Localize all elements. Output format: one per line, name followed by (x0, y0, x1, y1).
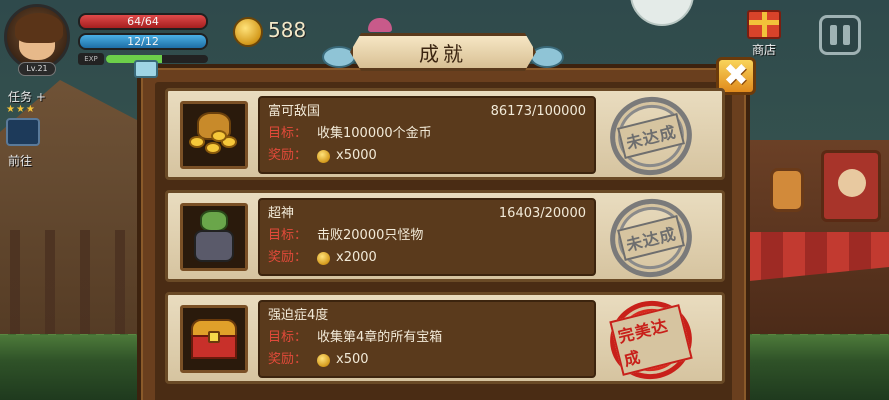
lantern-decoration (770, 168, 804, 212)
quest-label: 任务 (8, 90, 33, 104)
player-avatar[interactable] (4, 4, 70, 70)
achievement-card[interactable]: 强迫症4度 目标： 收集第4章的所有宝箱 奖励： x500 完美达成 (165, 292, 725, 388)
pause-icon (843, 25, 850, 45)
quest-add-icon[interactable]: + (36, 90, 46, 104)
mp-bar: 12/12 (78, 33, 208, 50)
goal-label: 目标： (268, 330, 308, 345)
avatar-hair (15, 13, 63, 43)
pause-icon (830, 25, 837, 45)
goal-label: 目标： (268, 126, 308, 141)
achievement-name: 富可敌国 (268, 104, 321, 119)
achievement-name: 超神 (268, 206, 295, 221)
quest-crystal-icon[interactable] (6, 118, 40, 146)
achievement-info: 超神 16403/20000 目标： 击败20000只怪物 奖励： x2000 (258, 198, 596, 276)
status-stamp: 未达成 (601, 88, 701, 184)
achievement-reward: x2000 (336, 250, 377, 265)
achievement-name: 强迫症4度 (268, 308, 329, 323)
hp-text: 64/64 (127, 15, 159, 28)
hut-stilts-decoration (10, 230, 130, 340)
achievement-info: 富可敌国 86173/100000 目标： 收集100000个金币 奖励： x5… (258, 96, 596, 174)
status-stamp: 完美达成 (601, 292, 701, 388)
panel-corner-ornament (134, 60, 158, 78)
quest-tracker[interactable]: 任务 + (8, 88, 46, 105)
panel-title: 成就 (350, 33, 536, 71)
shop-banner-decoration (821, 150, 881, 222)
coin-icon (233, 17, 263, 47)
coin-icon (317, 353, 331, 367)
achievement-card[interactable]: 富可敌国 86173/100000 目标： 收集100000个金币 奖励： x5… (165, 88, 725, 184)
achievement-goal: 击败20000只怪物 (317, 228, 424, 243)
achievement-progress: 16403/20000 (498, 206, 586, 221)
moon-creature-decoration (630, 0, 694, 26)
reward-label: 奖励： (268, 148, 308, 163)
coin-count: 588 (268, 18, 307, 42)
title-left-ornament (322, 46, 356, 68)
achievement-goal: 收集第4章的所有宝箱 (317, 330, 443, 345)
level-badge: Lv.21 (18, 62, 56, 76)
status-stamp-text: 未达成 (617, 113, 685, 159)
hp-bar: 64/64 (78, 13, 208, 30)
mushroom-icon (368, 18, 392, 32)
close-icon: ✖ (723, 58, 749, 93)
coin-icon (317, 251, 331, 265)
treasure-chest-icon (180, 305, 248, 373)
exp-label: EXP (78, 53, 104, 65)
gold-pile-icon (180, 101, 248, 169)
achievement-progress: 86173/100000 (490, 104, 586, 119)
status-stamp-text: 未达成 (617, 215, 685, 261)
status-stamp: 未达成 (601, 190, 701, 286)
shop-label: 商店 (751, 43, 776, 57)
title-right-ornament (530, 46, 564, 68)
pause-button[interactable] (819, 15, 861, 55)
achievement-reward: x5000 (336, 148, 377, 163)
reward-label: 奖励： (268, 352, 308, 367)
shop-button[interactable]: 商店 (742, 10, 786, 58)
achievement-info: 强迫症4度 目标： 收集第4章的所有宝箱 奖励： x500 (258, 300, 596, 378)
goto-button[interactable]: 前往 (8, 152, 32, 169)
achievement-card[interactable]: 超神 16403/20000 目标： 击败20000只怪物 奖励： x2000 … (165, 190, 725, 286)
coin-icon (317, 149, 331, 163)
reward-label: 奖励： (268, 250, 308, 265)
achievement-goal: 收集100000个金币 (317, 126, 432, 141)
achievement-reward: x500 (336, 352, 369, 367)
gift-box-icon (747, 10, 781, 39)
quest-stars: ★★★ (6, 104, 36, 115)
goal-label: 目标： (268, 228, 308, 243)
mp-text: 12/12 (127, 35, 159, 48)
status-stamp-text: 完美达成 (609, 304, 693, 376)
monster-icon (180, 203, 248, 271)
